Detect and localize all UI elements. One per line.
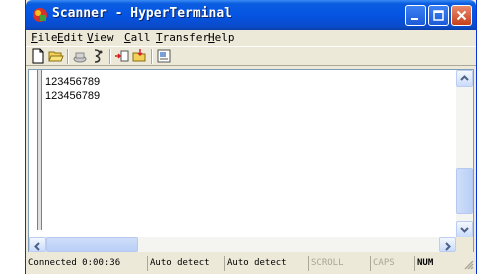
terminal-line: 123456789 bbox=[45, 90, 101, 102]
menu-bar: File Edit View Call Transfer Help bbox=[26, 30, 476, 46]
send-icon[interactable] bbox=[113, 48, 131, 65]
properties-icon[interactable] bbox=[155, 48, 173, 65]
terminal-line: 123456789 bbox=[45, 76, 101, 88]
scroll-left-button[interactable] bbox=[29, 237, 46, 252]
menu-transfer[interactable]: Transfer bbox=[156, 31, 209, 45]
num-lock-indicator: NUM bbox=[414, 256, 462, 271]
scroll-down-button[interactable] bbox=[456, 221, 473, 238]
status-bar: Connected 0:00:36 Auto detect Auto detec… bbox=[26, 254, 476, 273]
settings-detect: Auto detect bbox=[224, 256, 308, 271]
close-button[interactable] bbox=[451, 5, 472, 26]
hyperterminal-icon[interactable] bbox=[32, 7, 48, 23]
resize-grip-icon[interactable] bbox=[462, 258, 474, 270]
receive-icon[interactable] bbox=[131, 48, 149, 65]
menu-help[interactable]: Help bbox=[208, 31, 235, 45]
menu-call[interactable]: Call bbox=[124, 31, 151, 45]
hyperterminal-window: Scanner - HyperTerminal File Edit View C… bbox=[25, 0, 477, 274]
menu-view[interactable]: View bbox=[87, 31, 114, 45]
maximize-button[interactable] bbox=[428, 5, 449, 26]
scrollbar-corner bbox=[456, 237, 473, 252]
scroll-lock-indicator: SCROLL bbox=[308, 256, 370, 271]
window-title: Scanner - HyperTerminal bbox=[52, 6, 233, 21]
emulation-detect: Auto detect bbox=[147, 256, 224, 271]
disconnect-icon[interactable] bbox=[89, 48, 107, 65]
menu-file[interactable]: File bbox=[31, 31, 58, 45]
open-folder-icon[interactable] bbox=[47, 48, 65, 65]
horizontal-scrollbar[interactable] bbox=[29, 237, 456, 252]
new-document-icon[interactable] bbox=[29, 48, 47, 65]
toolbar-separator bbox=[109, 49, 111, 64]
menu-edit[interactable]: Edit bbox=[57, 31, 84, 45]
toolbar bbox=[26, 46, 476, 66]
scroll-up-button[interactable] bbox=[456, 70, 473, 87]
terminal-margin bbox=[37, 70, 42, 230]
caps-lock-indicator: CAPS bbox=[370, 256, 414, 271]
scroll-right-button[interactable] bbox=[439, 237, 456, 252]
terminal-area[interactable]: 123456789 123456789 bbox=[28, 69, 474, 252]
toolbar-separator bbox=[67, 49, 69, 64]
call-icon[interactable] bbox=[71, 48, 89, 65]
minimize-button[interactable] bbox=[405, 5, 426, 26]
vertical-scroll-thumb[interactable] bbox=[456, 168, 473, 214]
toolbar-separator bbox=[151, 49, 153, 64]
title-bar[interactable]: Scanner - HyperTerminal bbox=[26, 0, 476, 30]
horizontal-scroll-thumb[interactable] bbox=[46, 237, 138, 252]
connection-time: Connected 0:00:36 bbox=[28, 258, 121, 268]
vertical-scrollbar[interactable] bbox=[456, 70, 473, 238]
